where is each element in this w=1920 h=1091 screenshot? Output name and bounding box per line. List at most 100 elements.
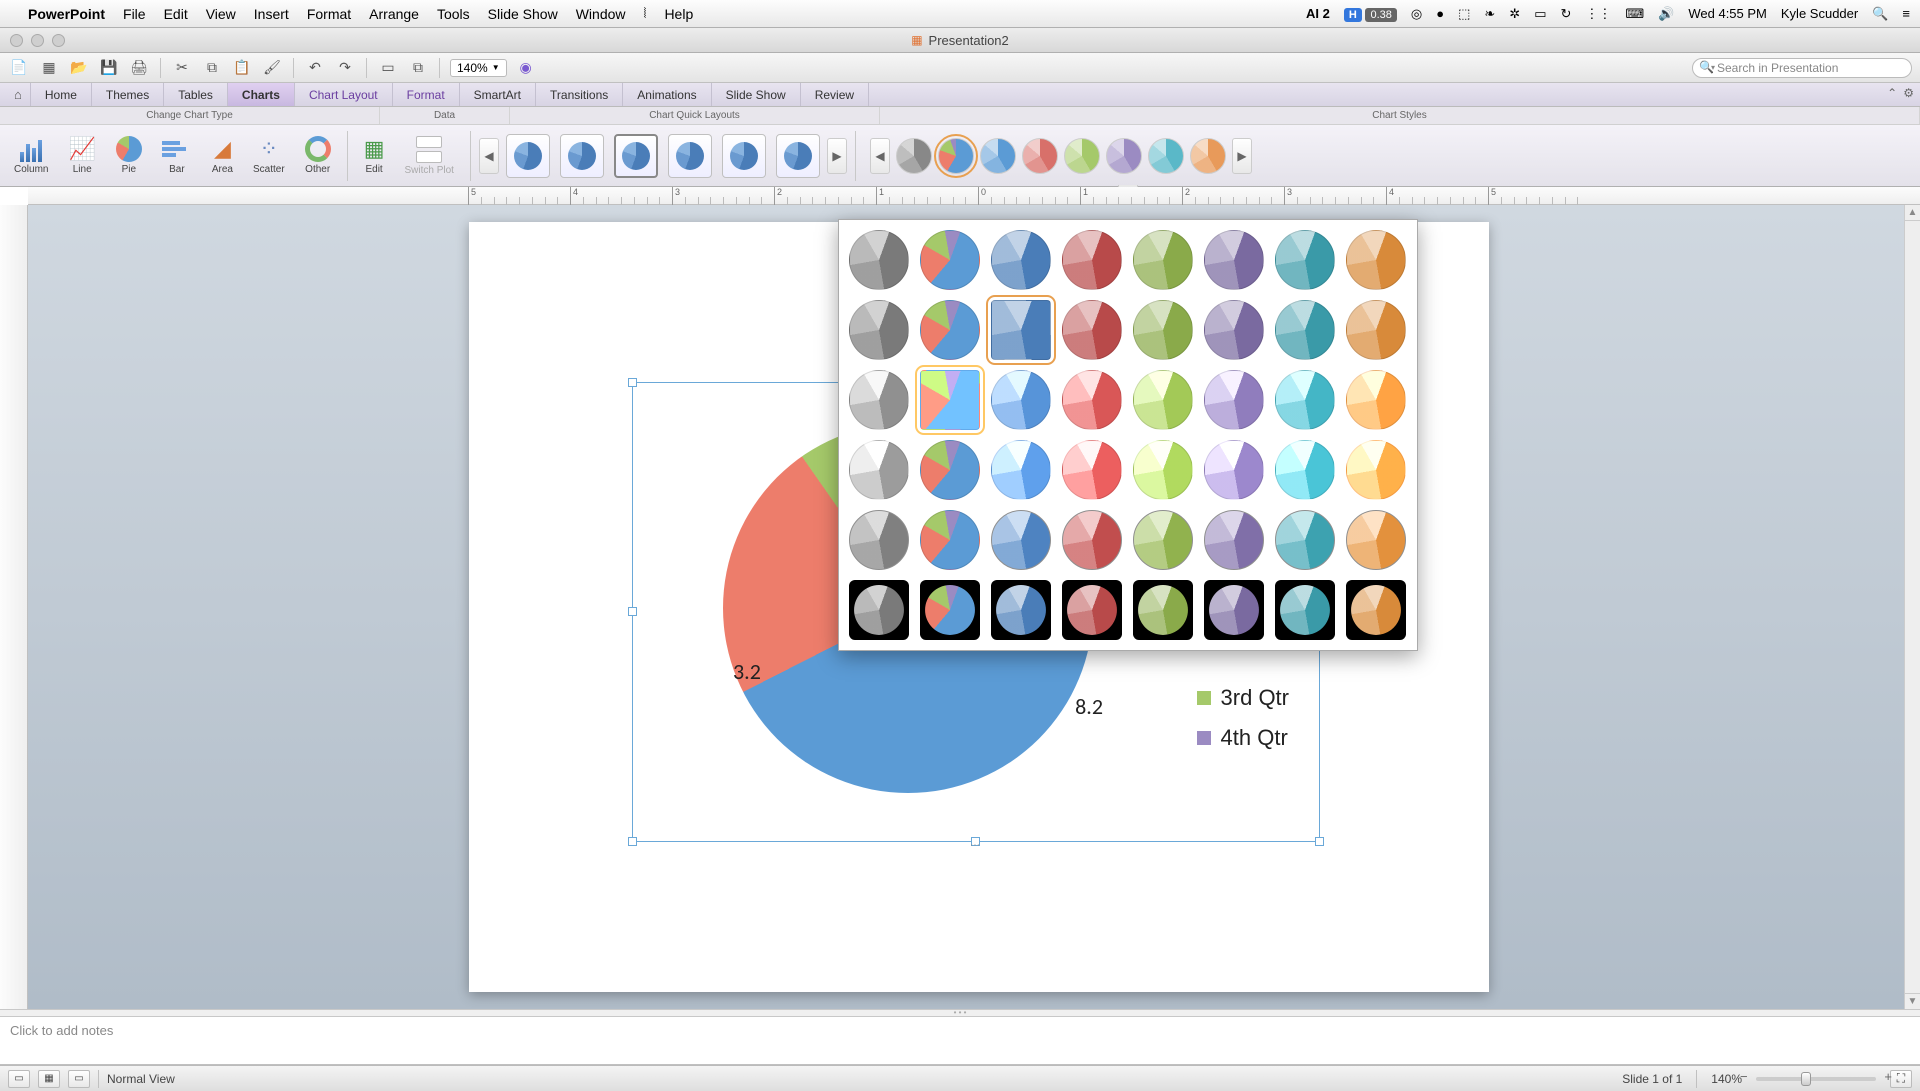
quick-layouts-next[interactable]: ▶	[827, 138, 847, 174]
menu-edit[interactable]: Edit	[164, 6, 188, 22]
chart-style-option[interactable]	[1133, 300, 1193, 360]
menu-format[interactable]: Format	[307, 6, 351, 22]
chart-style-option[interactable]	[920, 440, 980, 500]
tab-smartart[interactable]: SmartArt	[460, 83, 536, 106]
menulet-sync-icon[interactable]: ✲	[1509, 6, 1520, 22]
menu-window[interactable]: Window	[576, 6, 626, 22]
chart-style-option[interactable]	[1275, 230, 1335, 290]
chart-style-option[interactable]	[849, 370, 909, 430]
menulet-bluetooth-icon[interactable]: ⋮⋮	[1585, 6, 1611, 22]
chart-style-strip-3[interactable]	[980, 138, 1016, 174]
chart-style-option[interactable]	[991, 580, 1051, 640]
chart-style-option[interactable]	[1346, 370, 1406, 430]
menulet-keyboard-icon[interactable]: ⌨	[1625, 6, 1644, 22]
script-menu-icon[interactable]: ⦚	[644, 5, 647, 22]
resize-handle[interactable]	[628, 607, 637, 616]
chart-style-option[interactable]	[1062, 510, 1122, 570]
resize-handle[interactable]	[628, 837, 637, 846]
chart-styles-prev[interactable]: ◀	[870, 138, 890, 174]
qat-print-icon[interactable]: 🖨	[128, 57, 150, 79]
menulet-ai[interactable]: AI 2	[1306, 6, 1330, 21]
chart-style-strip-1[interactable]	[896, 138, 932, 174]
menulet-evernote-icon[interactable]: ❧	[1484, 6, 1495, 22]
chart-style-strip-5[interactable]	[1064, 138, 1100, 174]
tab-home[interactable]: Home	[31, 83, 92, 106]
chart-style-option[interactable]	[991, 230, 1051, 290]
notes-splitter[interactable]: • • •	[0, 1009, 1920, 1017]
menulet-notification-icon[interactable]: ◎	[1411, 6, 1422, 22]
chart-style-option[interactable]	[1133, 230, 1193, 290]
tab-charts[interactable]: Charts	[228, 83, 295, 106]
zoom-window-button[interactable]	[52, 34, 65, 47]
tab-tables[interactable]: Tables	[164, 83, 228, 106]
status-zoom-pct[interactable]: 140%	[1711, 1072, 1742, 1086]
ribbon-home-icon[interactable]: ⌂	[6, 83, 31, 106]
qat-slides-icon[interactable]: ⧉	[407, 57, 429, 79]
chart-style-option[interactable]	[920, 510, 980, 570]
menu-tools[interactable]: Tools	[437, 6, 470, 22]
view-sorter-button[interactable]: ▦	[38, 1070, 60, 1088]
chart-style-option[interactable]	[1204, 510, 1264, 570]
quick-layout-6[interactable]	[776, 134, 820, 178]
menulet-app1-icon[interactable]: ●	[1436, 6, 1444, 21]
chart-style-option[interactable]	[1204, 580, 1264, 640]
menulet-volume-icon[interactable]: 🔊	[1658, 6, 1674, 22]
chart-style-option[interactable]	[991, 440, 1051, 500]
chart-style-strip-4[interactable]	[1022, 138, 1058, 174]
chart-style-option[interactable]	[1204, 370, 1264, 430]
chart-style-option[interactable]	[1275, 370, 1335, 430]
chart-style-option[interactable]	[1275, 440, 1335, 500]
chart-style-option[interactable]	[920, 230, 980, 290]
scroll-down-icon[interactable]: ▼	[1905, 993, 1920, 1009]
scroll-up-icon[interactable]: ▲	[1905, 205, 1920, 221]
zoom-out-icon[interactable]: −	[1740, 1069, 1748, 1084]
zoom-in-icon[interactable]: +	[1884, 1069, 1892, 1084]
menu-slideshow[interactable]: Slide Show	[488, 6, 558, 22]
resize-handle[interactable]	[628, 378, 637, 387]
chart-style-option[interactable]	[1346, 580, 1406, 640]
menulet-timemachine-icon[interactable]: ↻	[1561, 6, 1572, 22]
qat-copy-icon[interactable]: ⧉	[201, 57, 223, 79]
tab-format[interactable]: Format	[393, 83, 460, 106]
chart-style-option[interactable]	[920, 370, 980, 430]
ribbon-options-icon[interactable]: ⚙	[1903, 86, 1914, 100]
chart-style-option[interactable]	[1275, 580, 1335, 640]
chart-style-option[interactable]	[1062, 230, 1122, 290]
chart-style-option[interactable]	[1346, 230, 1406, 290]
chart-style-option[interactable]	[1133, 370, 1193, 430]
chart-style-option[interactable]	[1275, 510, 1335, 570]
tab-review[interactable]: Review	[801, 83, 869, 106]
chart-style-option[interactable]	[849, 300, 909, 360]
notification-center-icon[interactable]: ≡	[1902, 6, 1910, 21]
quick-layout-1[interactable]	[506, 134, 550, 178]
chart-style-option[interactable]	[849, 580, 909, 640]
quick-layout-5[interactable]	[722, 134, 766, 178]
vertical-scrollbar[interactable]: ▲ ▼	[1904, 205, 1920, 1009]
chart-style-option[interactable]	[1346, 510, 1406, 570]
chart-style-option[interactable]	[920, 580, 980, 640]
menu-help[interactable]: Help	[664, 6, 693, 22]
qat-template-icon[interactable]: ▦	[38, 57, 60, 79]
menu-insert[interactable]: Insert	[254, 6, 289, 22]
chart-type-scatter[interactable]: ⁘Scatter	[245, 134, 293, 177]
chart-style-option[interactable]	[920, 300, 980, 360]
chart-type-line[interactable]: 📈Line	[60, 134, 103, 177]
menulet-clock[interactable]: Wed 4:55 PM	[1688, 6, 1767, 21]
menu-file[interactable]: File	[123, 6, 146, 22]
tab-animations[interactable]: Animations	[623, 83, 711, 106]
qat-show-icon[interactable]: ▭	[377, 57, 399, 79]
chart-type-bar[interactable]: Bar	[154, 134, 200, 177]
zoom-slider-thumb[interactable]	[1801, 1072, 1811, 1086]
chart-style-option[interactable]	[1133, 440, 1193, 500]
close-window-button[interactable]	[10, 34, 23, 47]
notes-pane[interactable]: Click to add notes	[0, 1017, 1920, 1065]
quick-layouts-prev[interactable]: ◀	[479, 138, 499, 174]
chart-styles-next[interactable]: ▶	[1232, 138, 1252, 174]
view-normal-button[interactable]: ▭	[8, 1070, 30, 1088]
chart-style-option[interactable]	[1062, 370, 1122, 430]
chart-type-area[interactable]: ◢Area	[204, 134, 241, 177]
chart-style-option[interactable]	[1275, 300, 1335, 360]
data-edit-button[interactable]: ▦Edit	[356, 134, 393, 177]
chart-style-strip-7[interactable]	[1148, 138, 1184, 174]
quick-layout-3[interactable]	[614, 134, 658, 178]
